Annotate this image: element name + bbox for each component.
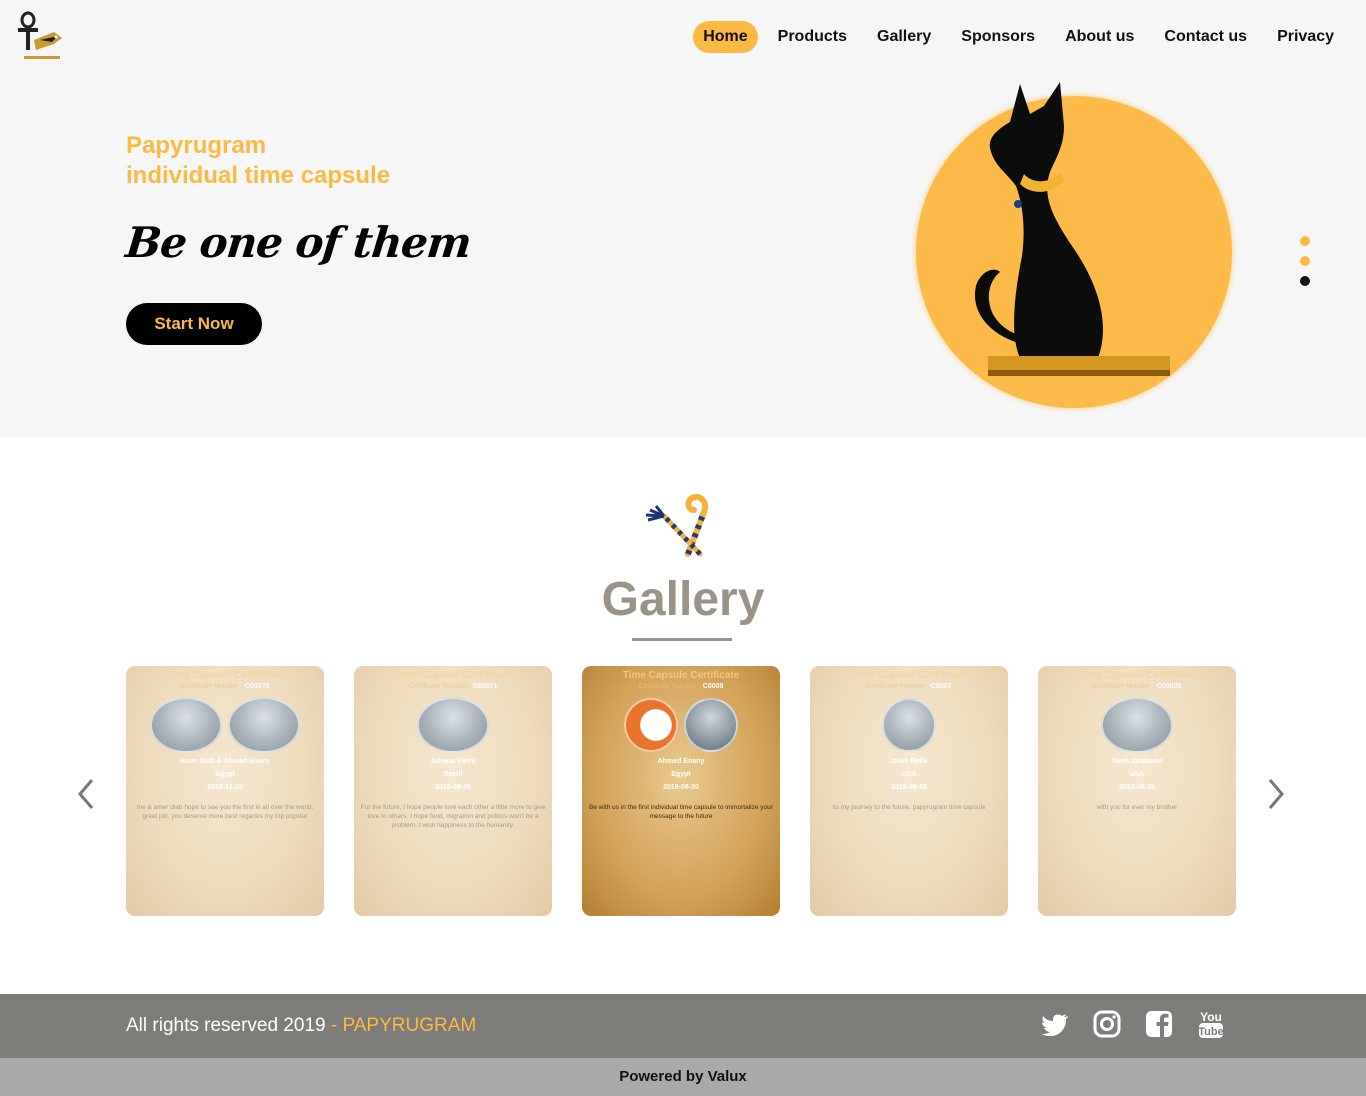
card-heading: Time Capsule Certificate	[622, 670, 740, 681]
card-country: Brazil	[443, 771, 463, 778]
card-date: 2019-08-20	[663, 784, 699, 791]
card-country: Egypt	[215, 771, 235, 778]
card-name: Islam Rafik	[890, 758, 928, 765]
card-date: 2019-08-15	[891, 784, 927, 791]
slider-dot-2[interactable]	[1300, 256, 1310, 266]
youtube-icon[interactable]: You Tube	[1196, 1008, 1226, 1040]
gallery-carousel: Time Capsule Certificate Certificate Num…	[126, 666, 1236, 916]
avatar	[417, 697, 489, 753]
carousel-next-icon[interactable]	[1264, 774, 1288, 814]
instagram-icon[interactable]	[1092, 1008, 1122, 1040]
copyright-label: All rights reserved 2019	[126, 1015, 326, 1036]
card-cert-line: Certificate Number : C00072	[126, 683, 324, 690]
svg-text:Tube: Tube	[1198, 1026, 1223, 1038]
avatar	[228, 697, 300, 753]
gallery-title: Gallery	[601, 573, 765, 626]
copyright-text: All rights reserved 2019 - PAPYRUGRAM	[126, 1015, 476, 1037]
avatar	[882, 698, 936, 752]
gallery-underline	[632, 638, 732, 641]
crook-and-flail-icon	[645, 494, 708, 557]
card-cert-line: Certificate Number : C0007	[810, 683, 1008, 690]
main-nav: Home Products Gallery Sponsors About us …	[683, 21, 1344, 53]
card-photos	[126, 696, 324, 754]
card-cert-number: C00005	[1156, 683, 1182, 690]
card-cert-label: Certificate Number :	[408, 683, 471, 690]
card-cert-line: Certificate Number : C00005	[1038, 683, 1236, 690]
card-cert-number: C0008	[702, 683, 724, 690]
card-date: 2019-11-13	[207, 784, 243, 791]
gallery-card[interactable]: Time Capsule Certificate Certificate Num…	[810, 666, 1008, 916]
card-name: Ahmed Enany	[657, 758, 705, 765]
card-photos	[354, 696, 552, 754]
papyrugram-logo[interactable]	[14, 10, 70, 68]
slider-dot-3[interactable]	[1300, 276, 1310, 286]
twitter-icon[interactable]	[1040, 1008, 1070, 1040]
avatar	[684, 698, 738, 752]
avatar	[150, 697, 222, 753]
nav-contact-us[interactable]: Contact us	[1154, 21, 1257, 53]
card-photos	[582, 696, 780, 754]
card-cert-label: Certificate Number :	[866, 683, 929, 690]
card-cert-number: C0007	[930, 683, 952, 690]
start-now-button[interactable]: Start Now	[126, 303, 262, 345]
card-date: 2019-08-29	[435, 784, 471, 791]
card-country: Egypt	[671, 771, 691, 778]
avatar	[1101, 697, 1173, 753]
card-cert-line: Certificate Number : C00071	[354, 683, 552, 690]
card-photos	[810, 696, 1008, 754]
card-cert-label: Certificate Number :	[180, 683, 243, 690]
social-links: You Tube	[1040, 1008, 1226, 1040]
facebook-icon[interactable]	[1144, 1008, 1174, 1040]
card-cert-line: Certificate Number : C0008	[582, 683, 780, 690]
card-heading: Time Capsule Certificate	[394, 670, 512, 681]
footer: All rights reserved 2019 - PAPYRUGRAM Yo…	[0, 994, 1366, 1058]
card-cert-label: Certificate Number :	[1092, 683, 1155, 690]
hero-section: Home Products Gallery Sponsors About us …	[0, 0, 1366, 438]
svg-text:You: You	[1200, 1010, 1222, 1024]
card-name: Amer Diab & Ahmed Enany	[179, 758, 271, 765]
hero-subtitle-line2: individual time capsule	[126, 162, 391, 189]
card-country: USA	[1129, 771, 1145, 778]
card-message: For the future, I hope people love each …	[360, 804, 546, 829]
nav-gallery[interactable]: Gallery	[867, 21, 941, 53]
hero-title: Be one of them	[123, 218, 474, 267]
bastet-cat-illustration	[974, 82, 1170, 376]
nav-products[interactable]: Products	[768, 21, 857, 53]
card-heading: Time Capsule Certificate	[166, 670, 284, 681]
card-message: its my journey to the future. papyrugram…	[832, 804, 986, 811]
card-message: with you for ever my brother	[1096, 804, 1178, 811]
powered-by[interactable]: Powered by Valux	[0, 1058, 1366, 1096]
nav-home[interactable]: Home	[693, 21, 758, 53]
hero-subtitle: Papyrugram individual time capsule	[126, 131, 390, 191]
card-cert-number: C00072	[244, 683, 270, 690]
nav-sponsors[interactable]: Sponsors	[951, 21, 1045, 53]
nav-privacy[interactable]: Privacy	[1267, 21, 1344, 53]
card-heading: Time Capsule Certificate	[1078, 670, 1196, 681]
card-name: Juliana Vieira	[430, 758, 476, 765]
hero-subtitle-line1: Papyrugram	[126, 132, 267, 159]
carousel-prev-icon[interactable]	[74, 774, 98, 814]
card-cert-label: Certificate Number :	[638, 683, 701, 690]
gallery-card-active[interactable]: Time Capsule Certificate Certificate Num…	[582, 666, 780, 916]
gallery-card[interactable]: Time Capsule Certificate Certificate Num…	[126, 666, 324, 916]
copyright-separator: -	[325, 1015, 343, 1036]
card-message: me & amer diab hope to see you the first…	[136, 804, 314, 820]
card-cert-number: C00071	[472, 683, 498, 690]
card-message: Be with us in the first individual time …	[589, 804, 773, 820]
card-name: Tarek Ibrahame	[1111, 758, 1163, 765]
nav-about-us[interactable]: About us	[1055, 21, 1144, 53]
copyright-brand[interactable]: PAPYRUGRAM	[343, 1015, 477, 1036]
gallery-card[interactable]: Time Capsule Certificate Certificate Num…	[1038, 666, 1236, 916]
card-photos	[1038, 696, 1236, 754]
slider-dot-1[interactable]	[1300, 236, 1310, 246]
card-country: USA	[901, 771, 917, 778]
card-heading: Time Capsule Certificate	[850, 670, 968, 681]
slider-dots	[1300, 236, 1310, 286]
card-date: 2019-08-18	[1119, 784, 1155, 791]
gallery-card[interactable]: Time Capsule Certificate Certificate Num…	[354, 666, 552, 916]
avatar	[624, 698, 678, 752]
